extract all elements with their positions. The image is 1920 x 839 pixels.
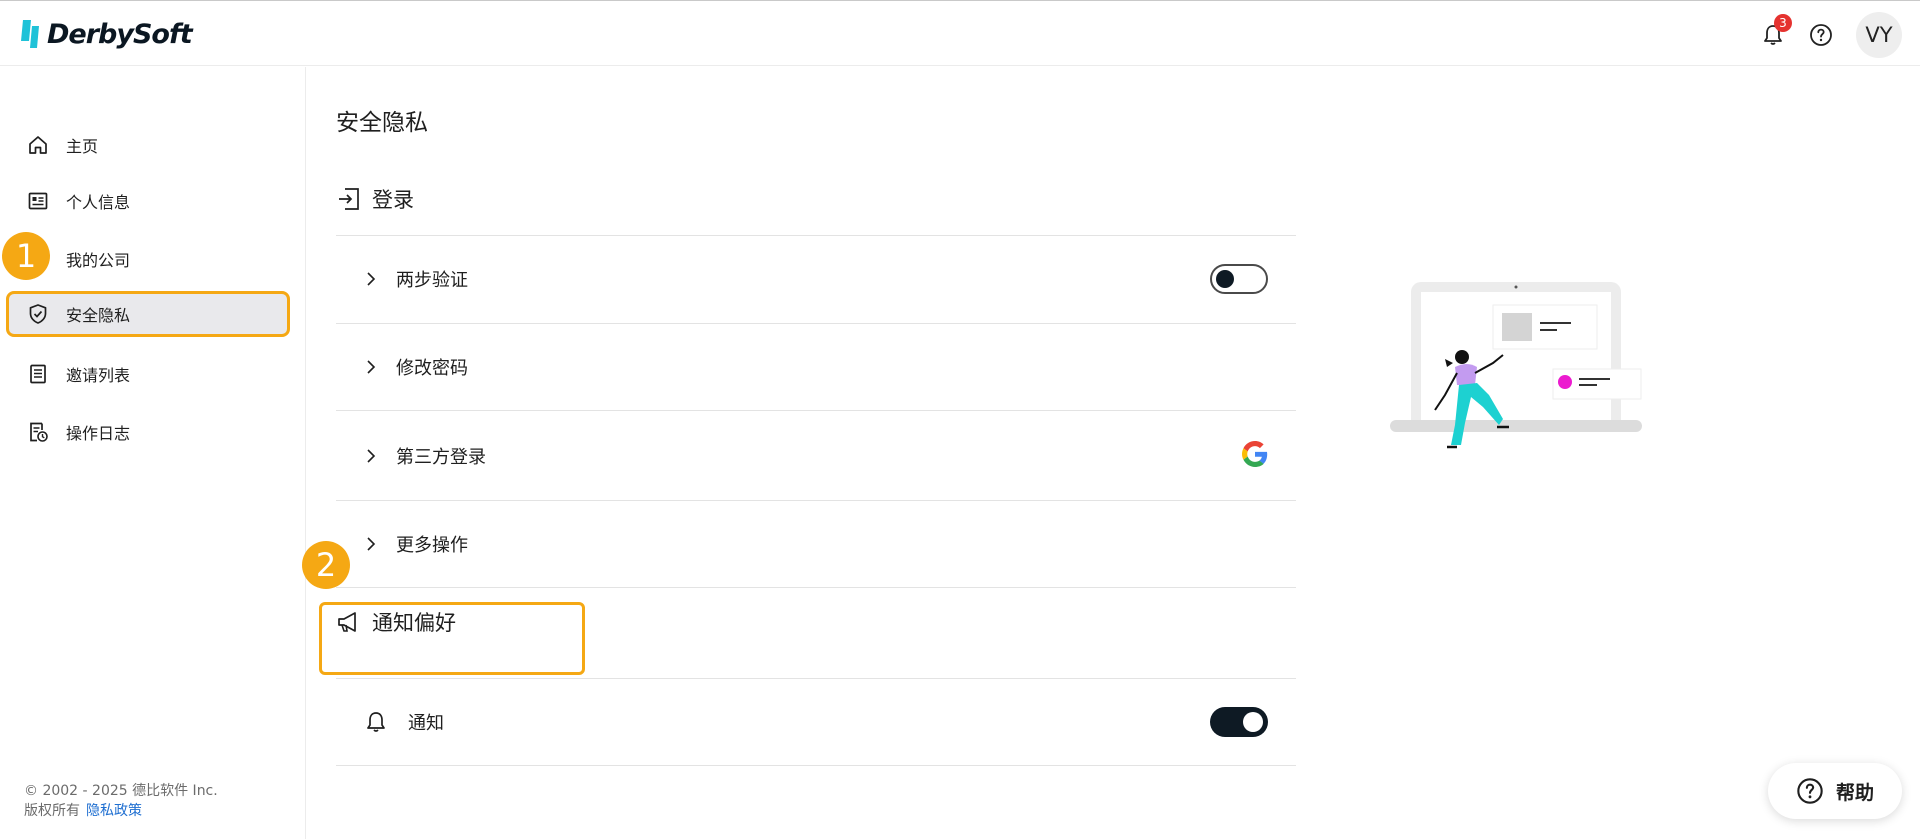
sidebar-item-profile[interactable]: 个人信息 — [6, 178, 290, 224]
sidebar-item-operation-log[interactable]: 操作日志 — [6, 409, 290, 455]
shield-check-icon — [27, 303, 49, 325]
brand-name: DerbySoft — [47, 18, 193, 50]
chevron-right-icon — [366, 537, 380, 551]
divider — [336, 587, 1296, 588]
row-label: 修改密码 — [396, 358, 468, 379]
user-avatar[interactable]: VY — [1856, 12, 1902, 58]
row-label: 第三方登录 — [396, 446, 486, 468]
sidebar-item-label: 操作日志 — [66, 424, 131, 443]
chevron-right-icon — [366, 448, 380, 463]
chevron-right-icon — [366, 272, 380, 286]
bell-icon — [366, 711, 388, 733]
brand-logo[interactable]: DerbySoft — [20, 17, 193, 51]
privacy-policy-link[interactable]: 隐私政策 — [86, 803, 142, 819]
divider — [336, 765, 1296, 766]
question-circle-icon — [1797, 778, 1823, 804]
help-floating-button[interactable]: 帮助 — [1768, 763, 1902, 819]
notifications-button[interactable]: 3 — [1758, 14, 1792, 50]
more-actions-row[interactable]: 更多操作 — [336, 500, 1296, 587]
change-password-row[interactable]: 修改密码 — [336, 323, 1296, 410]
log-clock-icon — [27, 421, 49, 443]
header-actions: 3 VY — [1758, 12, 1902, 58]
question-circle-icon — [1810, 24, 1832, 46]
row-label: 两步验证 — [396, 270, 468, 291]
step-marker-1: 1 — [2, 232, 50, 280]
home-icon — [27, 134, 49, 156]
google-icon — [1242, 440, 1268, 467]
sidebar-item-label: 安全隐私 — [66, 306, 131, 325]
security-illustration — [1390, 282, 1642, 449]
top-bar: DerbySoft 3 VY — [0, 0, 1920, 66]
brand-mark-icon — [21, 20, 39, 48]
sidebar-footer: © 2002 - 2025 德比软件 Inc. 版权所有 隐私政策 — [24, 781, 218, 821]
row-label: 更多操作 — [396, 535, 468, 556]
sidebar-item-label: 主页 — [66, 137, 99, 156]
notification-toggle[interactable] — [1210, 707, 1268, 737]
row-label: 通知 — [408, 713, 444, 734]
page-title: 安全隐私 — [336, 110, 428, 136]
sidebar-item-invitations[interactable]: 邀请列表 — [6, 351, 290, 397]
id-card-icon — [27, 190, 49, 212]
notification-badge: 3 — [1774, 14, 1792, 32]
two-step-verification-row[interactable]: 两步验证 — [336, 235, 1296, 322]
help-icon-button[interactable] — [1806, 20, 1836, 50]
sidebar-item-home[interactable]: 主页 — [6, 122, 290, 168]
login-section-header: 登录 — [336, 179, 414, 219]
chevron-right-icon — [366, 360, 380, 374]
copyright-text: © 2002 - 2025 德比软件 Inc. — [24, 783, 218, 799]
highlight-notification-section — [319, 602, 585, 675]
rights-text: 版权所有 — [24, 803, 80, 819]
sign-in-icon — [336, 186, 362, 212]
document-list-icon — [27, 363, 49, 385]
sidebar: 主页 个人信息 我的公司 安全隐私 邀请列表 操作日志 © 2002 - 202… — [0, 67, 306, 839]
sidebar-item-label: 我的公司 — [66, 251, 131, 270]
sidebar-item-label: 个人信息 — [66, 193, 131, 212]
login-section-title: 登录 — [372, 188, 414, 212]
sidebar-item-label: 邀请列表 — [66, 366, 131, 385]
help-label: 帮助 — [1835, 781, 1874, 804]
third-party-login-row[interactable]: 第三方登录 — [336, 410, 1296, 500]
notification-row[interactable]: 通知 — [336, 678, 1296, 765]
sidebar-item-security[interactable]: 安全隐私 — [6, 291, 290, 337]
two-step-verification-toggle[interactable] — [1210, 264, 1268, 294]
